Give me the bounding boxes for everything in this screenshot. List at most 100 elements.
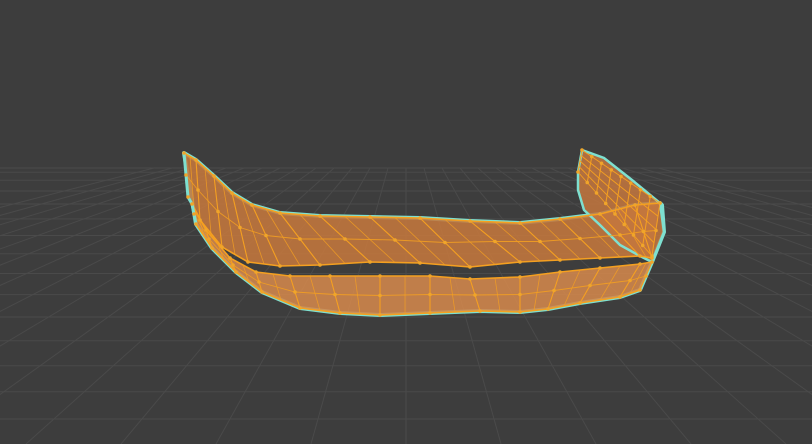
vertex bbox=[212, 174, 216, 178]
vertex bbox=[580, 148, 584, 152]
vertex bbox=[260, 290, 264, 294]
vertex bbox=[428, 311, 432, 315]
vertex bbox=[393, 238, 397, 242]
vertex bbox=[298, 306, 302, 310]
vertex bbox=[628, 181, 633, 185]
vertex bbox=[428, 274, 432, 278]
vertex bbox=[468, 219, 472, 223]
vertex bbox=[641, 229, 646, 234]
vertex bbox=[619, 174, 623, 179]
vertex bbox=[378, 293, 382, 298]
3d-viewport[interactable] bbox=[0, 0, 812, 444]
vertex bbox=[518, 221, 522, 225]
vertex bbox=[599, 161, 604, 166]
vertex bbox=[254, 270, 258, 274]
vertex bbox=[633, 203, 637, 207]
vertex bbox=[186, 195, 190, 199]
vertex bbox=[598, 212, 602, 216]
vertex bbox=[558, 217, 562, 221]
vertex bbox=[378, 313, 382, 317]
vertex bbox=[594, 191, 599, 195]
vertex bbox=[618, 233, 622, 237]
vertex bbox=[318, 214, 322, 218]
vertex bbox=[368, 215, 372, 219]
vertex bbox=[278, 264, 282, 268]
vertex bbox=[238, 225, 242, 230]
vertex bbox=[603, 201, 608, 206]
grid-line bbox=[25, 167, 335, 444]
vertex bbox=[622, 222, 627, 227]
vertex bbox=[631, 233, 636, 237]
vertex bbox=[288, 274, 292, 278]
vertex bbox=[576, 170, 580, 174]
vertex bbox=[343, 237, 347, 241]
vertex bbox=[250, 203, 254, 207]
vertex bbox=[216, 209, 220, 214]
vertex bbox=[578, 301, 582, 305]
grid-line bbox=[0, 167, 209, 237]
vertex bbox=[650, 254, 654, 258]
vertex bbox=[598, 256, 602, 260]
vertex bbox=[640, 243, 645, 248]
grid-line bbox=[639, 167, 812, 216]
vertex bbox=[246, 260, 250, 264]
vertex bbox=[552, 288, 556, 293]
vertex bbox=[204, 228, 208, 232]
vertex bbox=[638, 288, 642, 292]
vertex bbox=[207, 237, 211, 241]
vertex bbox=[194, 158, 198, 162]
vertex bbox=[518, 292, 522, 297]
vertex bbox=[192, 212, 196, 216]
vertex bbox=[257, 280, 261, 284]
vertex bbox=[190, 202, 194, 206]
vertex bbox=[638, 254, 642, 258]
vertex bbox=[198, 218, 202, 222]
viewport-canvas[interactable] bbox=[0, 0, 812, 444]
vertex bbox=[196, 188, 200, 192]
vertex bbox=[609, 168, 614, 172]
vertex bbox=[298, 237, 302, 241]
vertex bbox=[418, 261, 422, 265]
vertex bbox=[558, 258, 562, 262]
vertex bbox=[578, 236, 582, 241]
vertex bbox=[231, 263, 235, 267]
vertex bbox=[182, 151, 186, 155]
vertex bbox=[598, 266, 602, 270]
vertex bbox=[644, 274, 648, 278]
vertex bbox=[518, 310, 522, 314]
vertex bbox=[328, 274, 332, 278]
vertex bbox=[293, 290, 297, 294]
vertex bbox=[210, 246, 214, 250]
vertex bbox=[589, 154, 594, 159]
vertex bbox=[318, 263, 322, 267]
vertex bbox=[648, 194, 653, 199]
vertex bbox=[228, 256, 232, 260]
selected-mesh-object[interactable] bbox=[182, 148, 666, 317]
vertex bbox=[613, 212, 617, 216]
vertex bbox=[628, 278, 632, 283]
vertex bbox=[585, 180, 590, 185]
vertex bbox=[184, 173, 188, 177]
grid-line bbox=[0, 167, 173, 216]
vertex bbox=[478, 309, 482, 313]
vertex bbox=[493, 239, 497, 244]
vertex bbox=[588, 283, 592, 288]
vertex bbox=[658, 201, 662, 205]
vertex bbox=[278, 211, 282, 215]
vertex bbox=[638, 262, 642, 266]
vertex bbox=[333, 292, 337, 297]
vertex bbox=[194, 222, 198, 226]
vertex bbox=[518, 275, 522, 279]
vertex bbox=[264, 233, 268, 238]
vertex bbox=[618, 295, 622, 299]
vertex bbox=[443, 240, 447, 245]
vertex bbox=[468, 277, 472, 281]
vertex bbox=[638, 187, 643, 192]
vertex bbox=[378, 274, 382, 278]
vertex bbox=[473, 293, 477, 297]
vertex bbox=[220, 245, 224, 249]
vertex bbox=[468, 265, 472, 269]
grid-line bbox=[0, 167, 191, 226]
vertex bbox=[418, 216, 422, 220]
vertex bbox=[558, 270, 562, 274]
